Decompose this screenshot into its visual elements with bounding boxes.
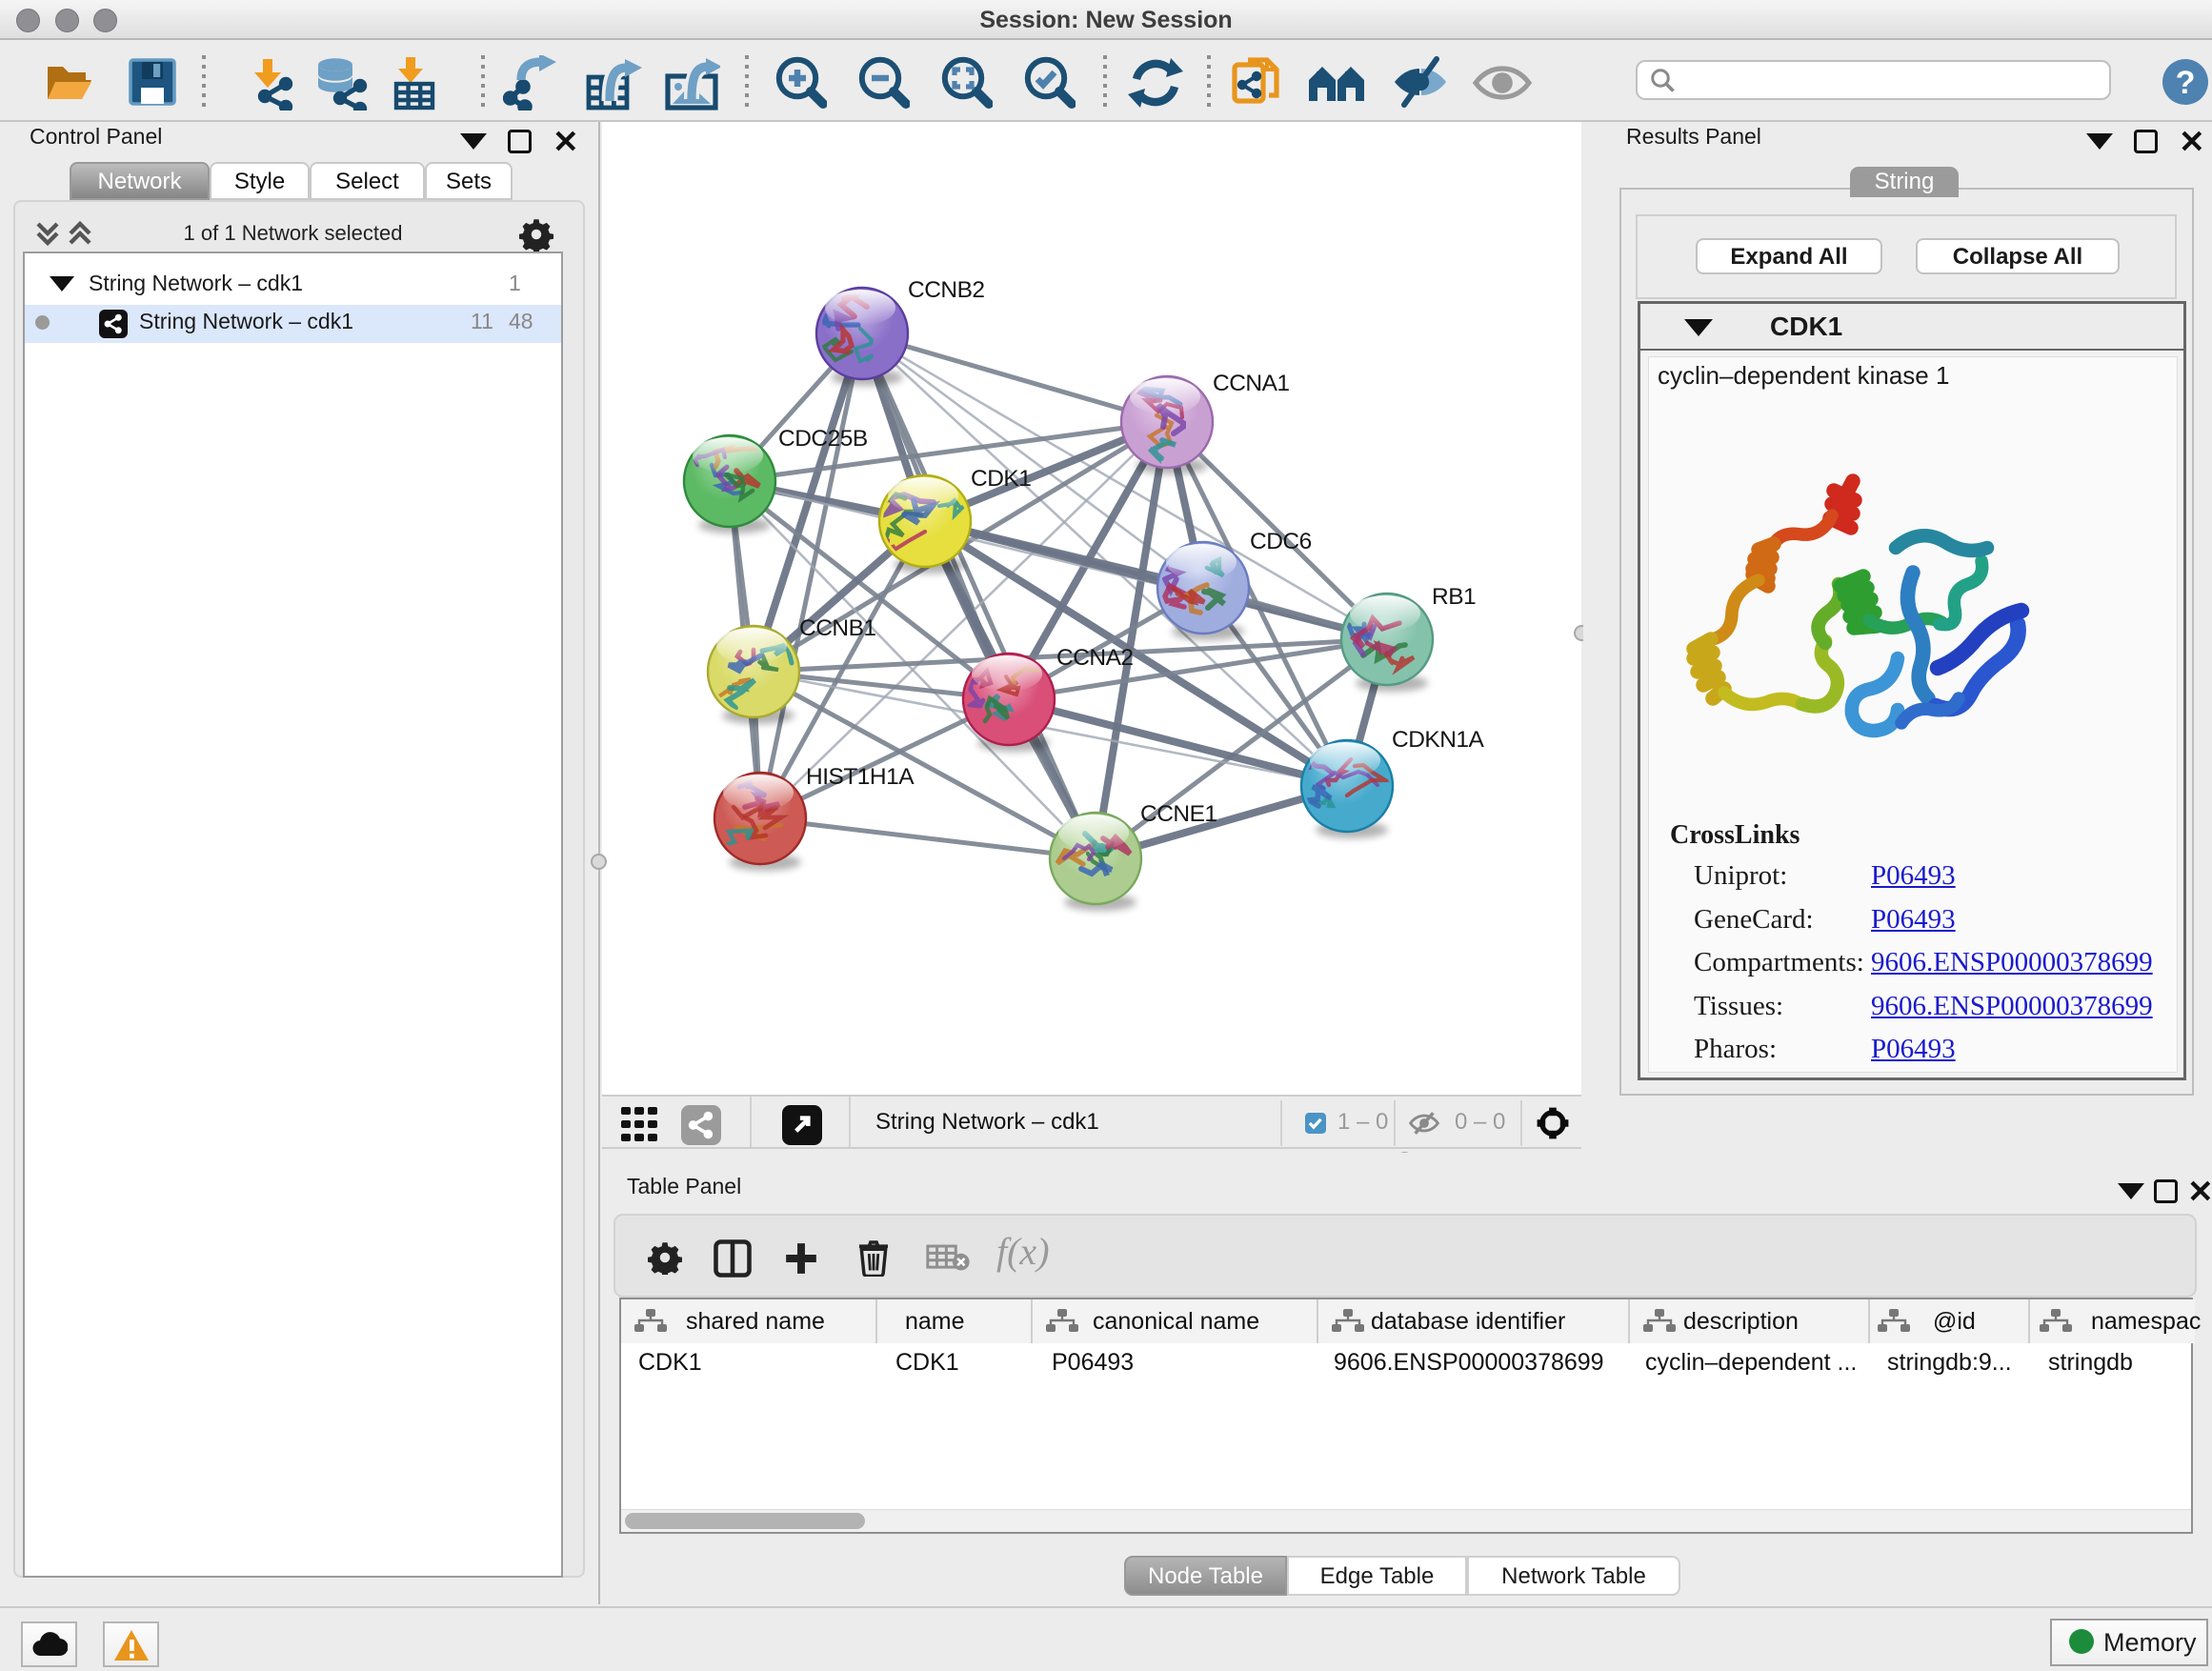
svg-text:?: ? [2176, 65, 2196, 101]
svg-text:CDC6: CDC6 [1250, 529, 1312, 554]
svg-text:HIST1H1A: HIST1H1A [806, 764, 915, 790]
svg-text:CCNA1: CCNA1 [1213, 371, 1290, 396]
svg-text:CDK1: CDK1 [971, 466, 1031, 492]
svg-text:CCNB1: CCNB1 [799, 615, 876, 641]
svg-text:CCNB2: CCNB2 [908, 277, 985, 303]
svg-text:CCNA2: CCNA2 [1056, 645, 1134, 671]
svg-text:CDKN1A: CDKN1A [1392, 727, 1485, 753]
svg-text:CDC25B: CDC25B [778, 426, 868, 452]
svg-text:RB1: RB1 [1432, 584, 1476, 610]
svg-text:CCNE1: CCNE1 [1140, 801, 1217, 827]
